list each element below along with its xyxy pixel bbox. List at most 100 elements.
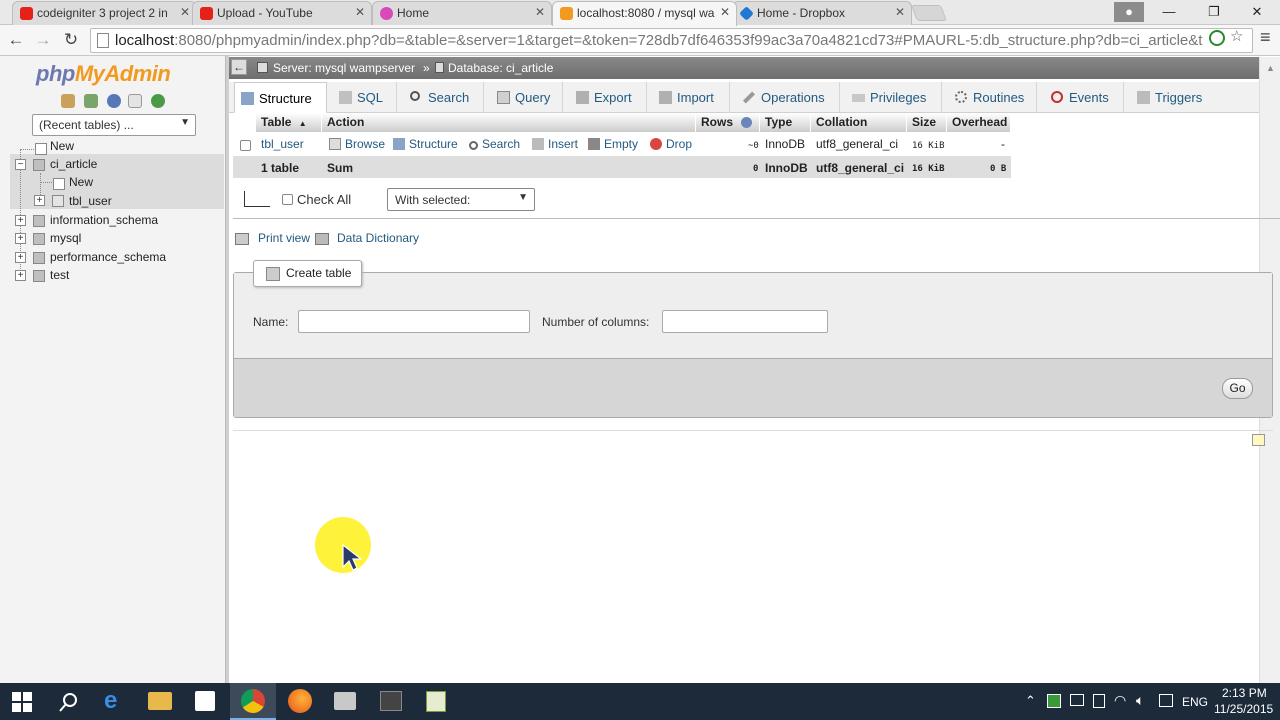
collapse-nav-arrow-icon[interactable]: ← — [231, 59, 247, 75]
logout-icon[interactable] — [84, 94, 98, 108]
app-icon[interactable] — [380, 691, 402, 711]
structure-link[interactable]: Structure — [388, 134, 463, 154]
close-window-icon[interactable]: ✕ — [1238, 2, 1276, 22]
row-checkbox[interactable] — [240, 140, 251, 151]
collapse-icon[interactable]: − — [15, 159, 26, 170]
close-icon[interactable]: ✕ — [535, 5, 545, 19]
expand-icon[interactable]: + — [15, 233, 26, 244]
menu-icon[interactable]: ≡ — [1260, 27, 1271, 48]
check-all-checkbox[interactable] — [282, 194, 293, 205]
browse-link[interactable]: Browse — [324, 134, 390, 154]
browser-tab-home[interactable]: Home ✕ — [372, 1, 552, 25]
tree-item-new[interactable]: New — [50, 139, 74, 153]
reload-icon[interactable]: ↻ — [60, 29, 82, 51]
tab-routines[interactable]: Routines — [949, 82, 1037, 113]
store-icon[interactable] — [195, 691, 215, 711]
tab-export[interactable]: Export — [570, 82, 647, 113]
checkmark-icon[interactable] — [1209, 30, 1225, 46]
back-arrow-icon[interactable]: ← — [5, 29, 27, 51]
breadcrumb-database[interactable]: Database: ci_article — [448, 61, 553, 75]
tab-search[interactable]: Search — [404, 82, 484, 113]
new-tab-button[interactable] — [911, 5, 947, 21]
tree-item-tbl-user[interactable]: tbl_user — [69, 194, 112, 208]
user-profile-icon[interactable]: ● — [1114, 2, 1144, 22]
close-icon[interactable]: ✕ — [720, 5, 730, 19]
notifications-icon[interactable] — [1159, 694, 1173, 707]
tab-events[interactable]: Events — [1045, 82, 1124, 113]
tab-privileges[interactable]: Privileges — [846, 82, 942, 113]
phpmyadmin-logo[interactable]: phpMyAdmin — [36, 61, 171, 87]
restore-icon[interactable]: ❐ — [1195, 2, 1233, 22]
browser-tab-phpmyadmin[interactable]: localhost:8080 / mysql wa ✕ — [552, 1, 737, 26]
app-icon[interactable] — [334, 692, 356, 710]
tab-query[interactable]: Query — [491, 82, 563, 113]
tree-item-ci-new[interactable]: New — [69, 175, 93, 189]
tab-triggers[interactable]: Triggers — [1131, 82, 1223, 113]
tab-import[interactable]: Import — [653, 82, 730, 113]
tab-sql[interactable]: SQL — [333, 82, 397, 113]
tree-item-information-schema[interactable]: information_schema — [50, 213, 158, 227]
go-button[interactable]: Go — [1222, 378, 1253, 399]
expand-icon[interactable]: + — [34, 195, 45, 206]
scroll-up-arrow-icon[interactable]: ▲ — [1266, 63, 1275, 73]
database-icon — [33, 252, 45, 264]
clock-time[interactable]: 2:13 PM — [1222, 686, 1267, 700]
tree-item-mysql[interactable]: mysql — [50, 231, 81, 245]
check-all-label[interactable]: Check All — [297, 192, 351, 207]
close-icon[interactable]: ✕ — [895, 5, 905, 19]
help-icon[interactable] — [741, 117, 753, 128]
breadcrumb-server[interactable]: Server: mysql wampserver — [273, 61, 415, 75]
windows-start-icon[interactable] — [12, 692, 36, 716]
help-icon[interactable] — [107, 94, 121, 108]
tree-item-performance-schema[interactable]: performance_schema — [50, 250, 166, 264]
address-bar[interactable]: localhost:8080/phpmyadmin/index.php?db=&… — [90, 28, 1253, 53]
browser-tab-upload-youtube[interactable]: Upload - YouTube ✕ — [192, 1, 372, 25]
forward-arrow-icon[interactable]: → — [32, 29, 54, 51]
tray-icon[interactable] — [1093, 694, 1105, 708]
navigation-resizer[interactable] — [226, 56, 229, 683]
tree-item-test[interactable]: test — [50, 268, 69, 282]
search-link[interactable]: Search — [464, 134, 525, 154]
tab-structure[interactable]: Structure — [234, 82, 327, 113]
header-table[interactable]: Table ▲ — [256, 113, 322, 132]
file-explorer-icon[interactable] — [148, 692, 172, 710]
empty-link[interactable]: Empty — [583, 134, 643, 154]
expand-icon[interactable]: + — [15, 270, 26, 281]
wamp-icon[interactable] — [1047, 694, 1061, 708]
app-icon[interactable] — [426, 691, 446, 712]
docs-icon[interactable] — [128, 94, 142, 108]
header-rows[interactable]: Rows — [696, 113, 760, 132]
search-icon[interactable] — [58, 691, 82, 715]
tab-operations[interactable]: Operations — [737, 82, 840, 113]
volume-icon[interactable]: 🔈︎ — [1136, 692, 1144, 709]
insert-link[interactable]: Insert — [527, 134, 583, 154]
table-name-input[interactable] — [298, 310, 530, 333]
console-icon[interactable] — [1252, 434, 1265, 446]
drop-link[interactable]: Drop — [645, 134, 697, 154]
number-of-columns-input[interactable] — [662, 310, 828, 333]
close-icon[interactable]: ✕ — [180, 5, 190, 19]
wifi-icon[interactable]: ◠ — [1114, 692, 1126, 709]
browser-tab-dropbox[interactable]: Home - Dropbox ✕ — [732, 1, 912, 25]
minimize-icon[interactable]: — — [1150, 2, 1188, 22]
firefox-icon[interactable] — [288, 689, 312, 713]
table-name-link[interactable]: tbl_user — [256, 134, 309, 154]
tray-icon[interactable] — [1070, 694, 1084, 706]
chrome-icon[interactable] — [241, 689, 265, 713]
reload-nav-icon[interactable] — [151, 94, 165, 108]
tray-chevron-icon[interactable]: ⌃ — [1025, 693, 1036, 709]
language-indicator[interactable]: ENG — [1182, 695, 1208, 709]
close-icon[interactable]: ✕ — [355, 5, 365, 19]
with-selected-select[interactable]: With selected: ▼ — [387, 188, 535, 211]
bookmark-star-icon[interactable]: ☆ — [1230, 27, 1243, 45]
recent-tables-select[interactable]: (Recent tables) ... ▼ — [32, 114, 196, 136]
browser-tab-codeigniter[interactable]: codeigniter 3 project 2 in ✕ — [12, 1, 197, 25]
print-view-link[interactable]: Print view — [258, 231, 310, 245]
expand-icon[interactable]: + — [15, 252, 26, 263]
data-dictionary-link[interactable]: Data Dictionary — [337, 231, 419, 245]
home-icon[interactable] — [61, 94, 75, 108]
tree-item-ci-article[interactable]: ci_article — [50, 157, 97, 171]
expand-icon[interactable]: + — [15, 215, 26, 226]
edge-browser-icon[interactable]: e — [104, 689, 128, 713]
clock-date[interactable]: 11/25/2015 — [1214, 702, 1273, 716]
